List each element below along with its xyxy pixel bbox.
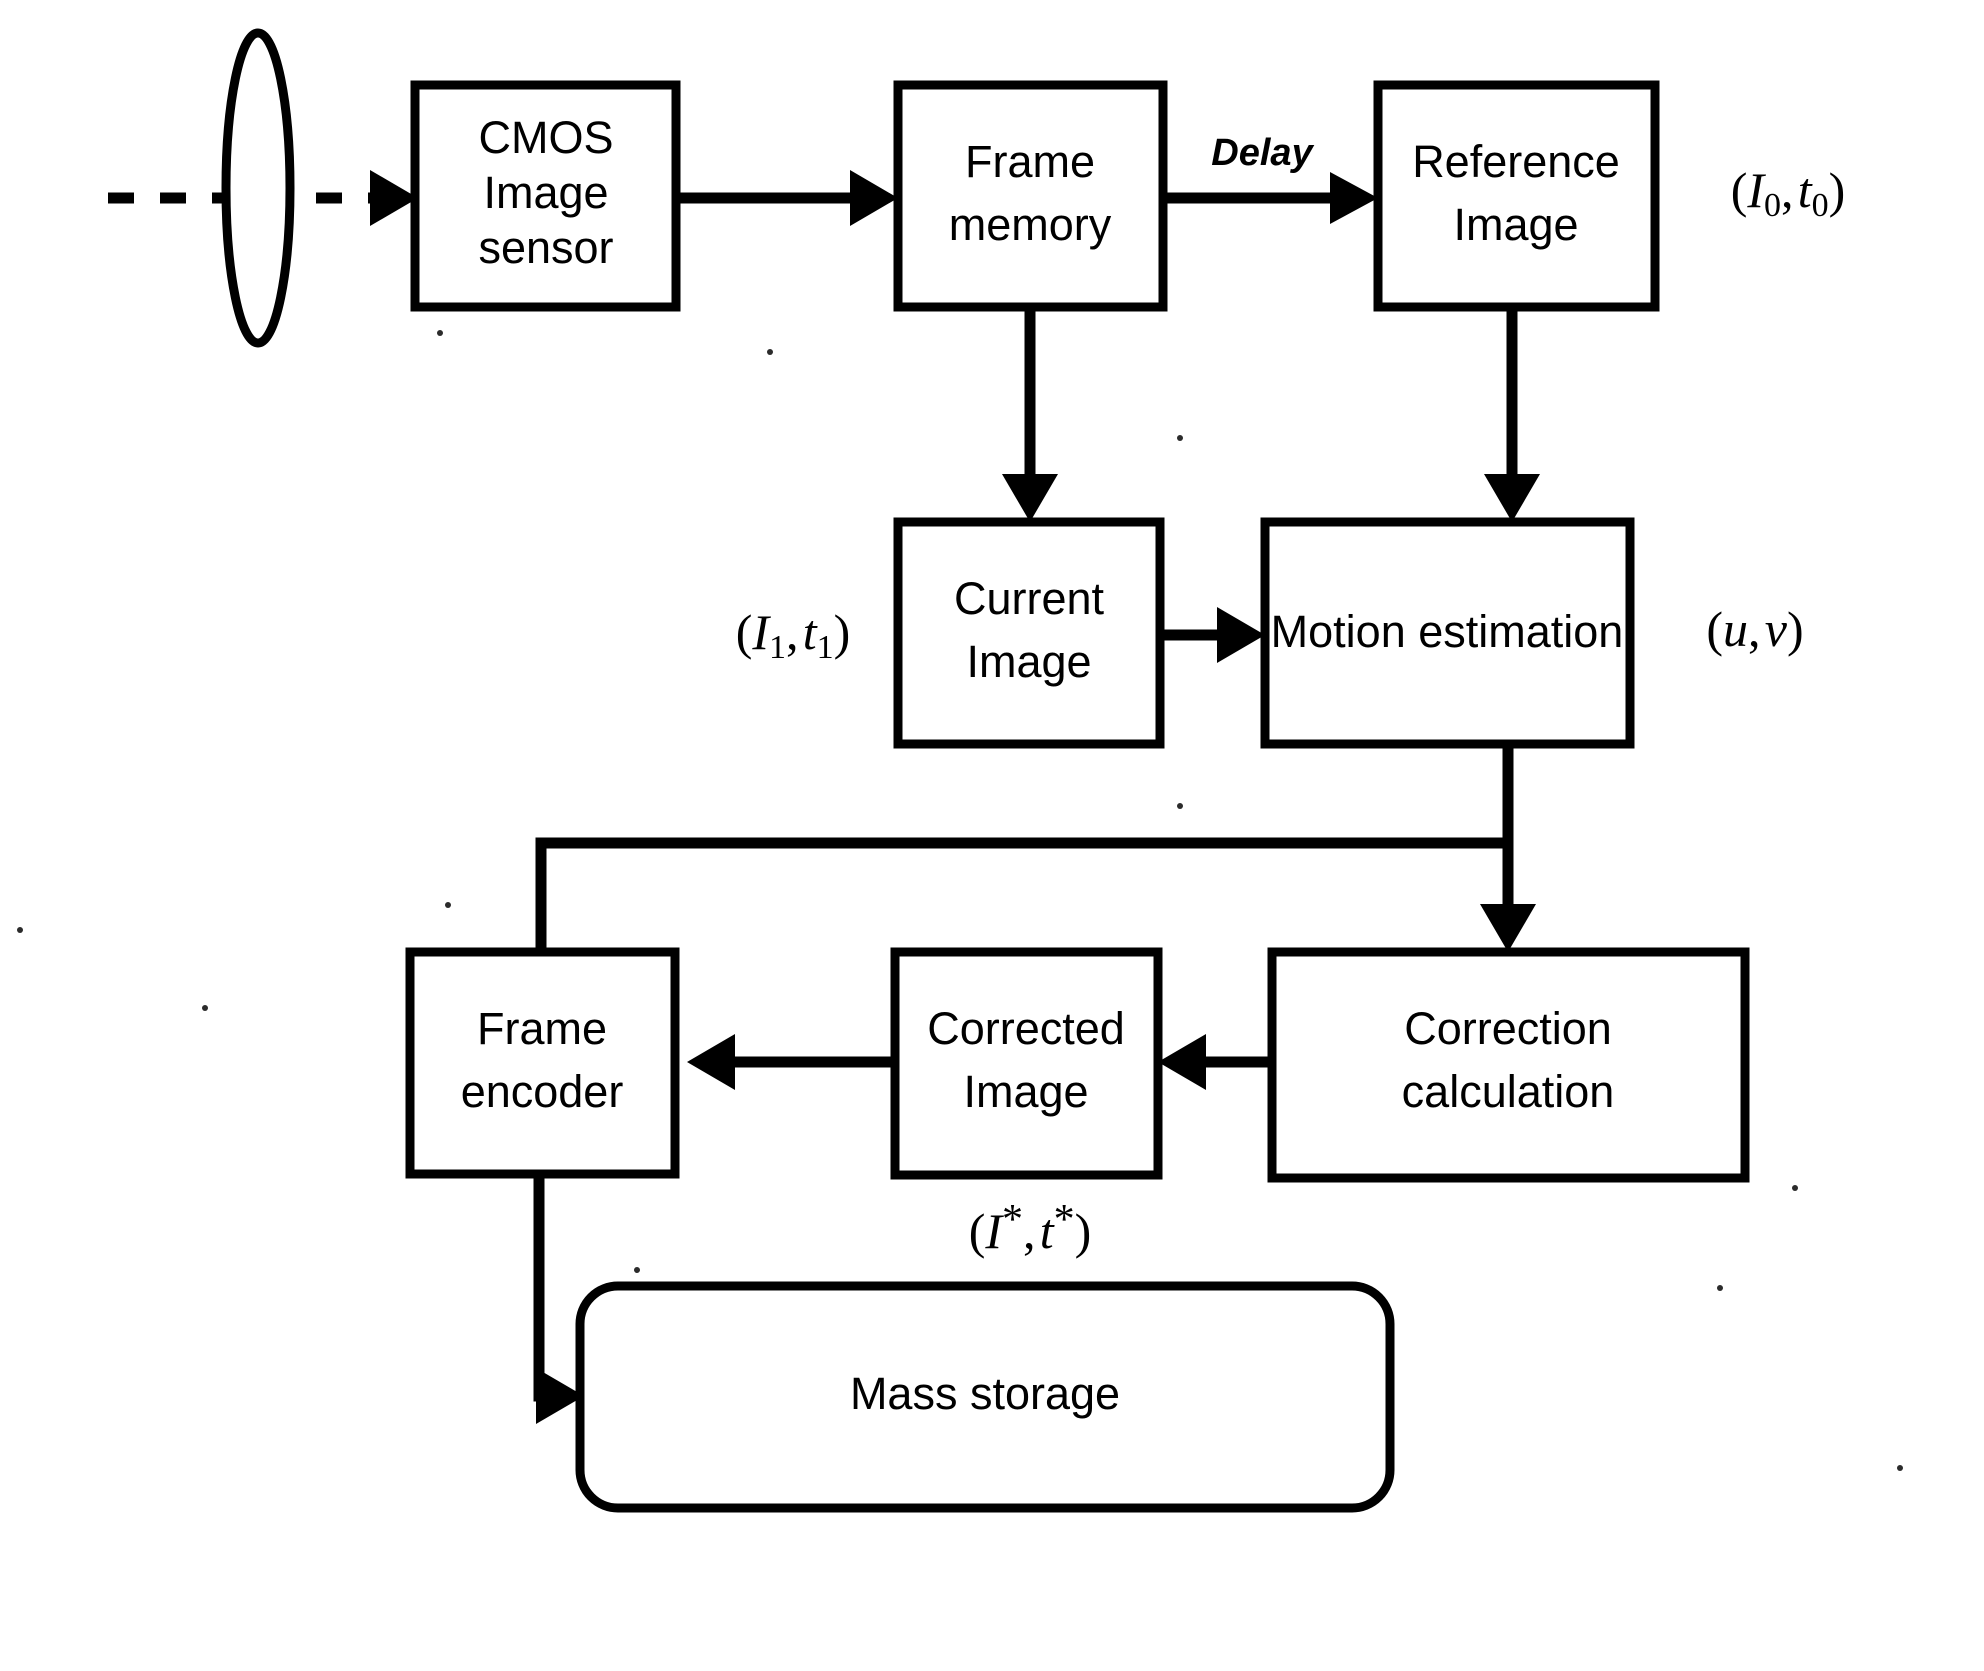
delay-edge-label: Delay [1211,132,1314,174]
cmos-image-sensor-label-line3: sensor [478,222,613,273]
current-image-to-motion-estimation-connector [1160,607,1265,663]
correction-calculation-label-line2: calculation [1402,1066,1615,1117]
corrected-image-to-frame-encoder-connector [687,1034,895,1090]
frame-memory-label-line2: memory [949,199,1112,250]
correction-calculation-label-line1: Correction [1404,1003,1612,1054]
block-diagram: CMOS Image sensor Frame memory Delay Ref… [0,0,1984,1671]
mass-storage[interactable]: Mass storage [575,1281,1395,1513]
frame-encoder[interactable]: Frame encoder [405,947,680,1179]
motion-vector-signal-label: (u, v) [1706,601,1803,657]
frame-memory-to-reference-image-connector: Delay [1163,132,1378,224]
reference-image[interactable]: Reference Image [1373,80,1660,312]
reference-image-signal-label: (I0, t0) [1731,162,1846,223]
current-image-label-line1: Current [954,573,1105,624]
frame-memory-label-line1: Frame [965,136,1095,187]
current-image-label-line2: Image [966,636,1091,687]
correction-calculation[interactable]: Correction calculation [1267,947,1750,1183]
frame-memory-to-current-image-connector [1002,307,1058,522]
cmos-image-sensor-label-line2: Image [483,167,608,218]
current-image[interactable]: Current Image [893,517,1165,749]
reference-image-label-line1: Reference [1412,136,1620,187]
current-image-signal-label: (I1, t1) [736,604,851,665]
corrected-image-signal-label: (I*, t*) [969,1197,1092,1260]
frame-memory[interactable]: Frame memory [893,80,1168,312]
flow-diagram-canvas: CMOS Image sensor Frame memory Delay Ref… [17,28,1903,1513]
reference-image-to-motion-estimation-connector [1484,307,1540,522]
corrected-image-label-line2: Image [963,1066,1088,1117]
mass-storage-label: Mass storage [850,1368,1120,1419]
correction-calculation-to-corrected-image-connector [1158,1034,1272,1090]
cmos-image-sensor[interactable]: CMOS Image sensor [410,80,681,312]
corrected-image[interactable]: Corrected Image [890,947,1163,1180]
reference-image-label-line2: Image [1453,199,1578,250]
lens-icon [221,28,295,348]
cmos-to-frame-memory-connector [676,170,898,226]
motion-estimation[interactable]: Motion estimation [1260,517,1635,749]
frame-encoder-label-line2: encoder [461,1066,624,1117]
cmos-image-sensor-label-line1: CMOS [479,112,614,163]
motion-estimation-label: Motion estimation [1271,606,1624,657]
corrected-image-label-line1: Corrected [927,1003,1125,1054]
frame-encoder-label-line1: Frame [477,1003,607,1054]
